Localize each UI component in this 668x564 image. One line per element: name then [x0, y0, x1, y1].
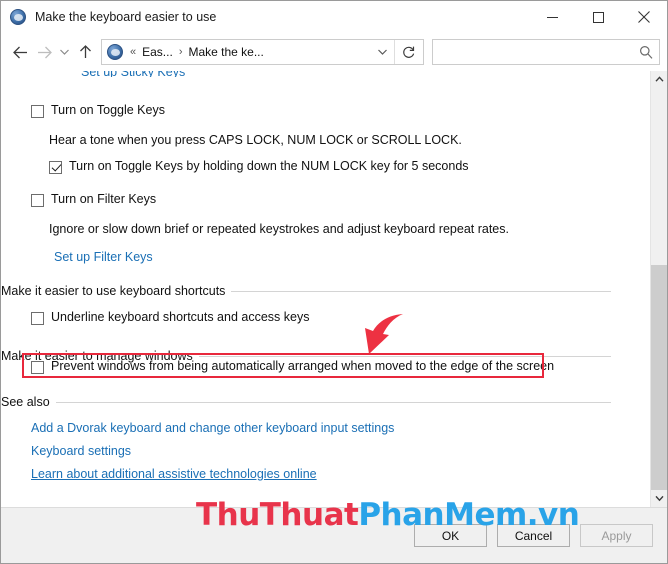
content-area: Set up Sticky Keys Turn on Toggle Keys H…: [1, 71, 667, 507]
group-heading-see-also: See also: [1, 395, 611, 409]
link-learn-assistive-technologies[interactable]: Learn about additional assistive technol…: [31, 467, 317, 482]
group-divider-keyboard-shortcuts: [231, 290, 611, 292]
close-button[interactable]: [621, 1, 667, 33]
scrollbar-thumb[interactable]: [651, 264, 667, 490]
description-toggle-keys: Hear a tone when you press CAPS LOCK, NU…: [49, 133, 462, 147]
search-icon[interactable]: [633, 40, 659, 64]
checkbox-toggle-keys-numlock-hold[interactable]: [49, 161, 62, 174]
checkbox-underline-keyboard-shortcuts[interactable]: [31, 312, 44, 325]
breadcrumb-item-ease-of-access[interactable]: Eas...: [140, 45, 175, 59]
chevron-down-icon[interactable]: [56, 39, 73, 65]
description-filter-keys: Ignore or slow down brief or repeated ke…: [49, 222, 509, 236]
checkbox-row-underline-shortcuts[interactable]: Underline keyboard shortcuts and access …: [31, 310, 309, 325]
minimize-button[interactable]: [529, 1, 575, 33]
scrollbar-down-button[interactable]: [651, 490, 667, 507]
breadcrumb-separator: ›: [178, 46, 183, 58]
breadcrumb-ease-of-access-icon: [107, 44, 123, 60]
checkbox-row-toggle-keys[interactable]: Turn on Toggle Keys: [31, 103, 165, 118]
checkbox-row-filter-keys[interactable]: Turn on Filter Keys: [31, 192, 156, 207]
window-controls: [529, 1, 667, 33]
link-keyboard-settings[interactable]: Keyboard settings: [31, 444, 131, 459]
window-title: Make the keyboard easier to use: [35, 10, 217, 24]
group-heading-keyboard-shortcuts-text: Make it easier to use keyboard shortcuts: [1, 284, 226, 298]
breadcrumb-overflow[interactable]: «: [126, 46, 140, 58]
settings-list: Set up Sticky Keys Turn on Toggle Keys H…: [1, 71, 650, 507]
watermark-part-1: ThuThuat: [196, 497, 359, 533]
group-divider-see-also: [55, 401, 611, 403]
back-button[interactable]: [8, 39, 32, 65]
navigation-toolbar: « Eas... › Make the ke...: [1, 33, 667, 71]
label-turn-on-filter-keys: Turn on Filter Keys: [51, 192, 157, 206]
label-toggle-keys-numlock-hold: Turn on Toggle Keys by holding down the …: [69, 159, 469, 173]
checkbox-turn-on-filter-keys[interactable]: [31, 194, 44, 207]
watermark: ThuThuatPhanMem.vn: [196, 497, 580, 533]
scrollbar-track[interactable]: [651, 88, 667, 490]
checkbox-row-toggle-keys-numlock[interactable]: Turn on Toggle Keys by holding down the …: [49, 159, 469, 174]
control-panel-window: Make the keyboard easier to use « Eas...…: [0, 0, 668, 564]
maximize-button[interactable]: [575, 1, 621, 33]
forward-button[interactable]: [32, 39, 56, 65]
group-divider-manage-windows: [198, 355, 611, 357]
ease-of-access-icon: [10, 9, 26, 25]
apply-button[interactable]: Apply: [580, 524, 653, 547]
breadcrumb-dropdown-icon[interactable]: [370, 40, 394, 64]
breadcrumb-item-current[interactable]: Make the ke...: [186, 45, 265, 59]
search-box[interactable]: [432, 39, 660, 65]
vertical-scrollbar[interactable]: [650, 71, 667, 507]
title-bar: Make the keyboard easier to use: [1, 1, 667, 33]
group-heading-see-also-text: See also: [1, 395, 50, 409]
refresh-icon[interactable]: [395, 40, 423, 64]
watermark-part-2: PhanMem.vn: [358, 497, 580, 533]
search-input[interactable]: [433, 41, 633, 63]
checkbox-prevent-windows-arranged[interactable]: [31, 361, 44, 374]
scrollbar-up-button[interactable]: [651, 71, 667, 88]
link-add-dvorak-keyboard[interactable]: Add a Dvorak keyboard and change other k…: [31, 421, 394, 436]
address-bar[interactable]: « Eas... › Make the ke...: [101, 39, 424, 65]
up-button[interactable]: [73, 39, 97, 65]
label-turn-on-toggle-keys: Turn on Toggle Keys: [51, 103, 165, 117]
checkbox-row-prevent-windows-arranged[interactable]: Prevent windows from being automatically…: [31, 359, 554, 374]
label-underline-keyboard-shortcuts: Underline keyboard shortcuts and access …: [51, 310, 310, 324]
link-set-up-sticky-keys[interactable]: Set up Sticky Keys: [81, 71, 185, 77]
link-set-up-filter-keys[interactable]: Set up Filter Keys: [54, 250, 153, 265]
label-prevent-windows-arranged: Prevent windows from being automatically…: [51, 359, 555, 373]
checkbox-turn-on-toggle-keys[interactable]: [31, 105, 44, 118]
group-heading-keyboard-shortcuts: Make it easier to use keyboard shortcuts: [1, 284, 611, 298]
